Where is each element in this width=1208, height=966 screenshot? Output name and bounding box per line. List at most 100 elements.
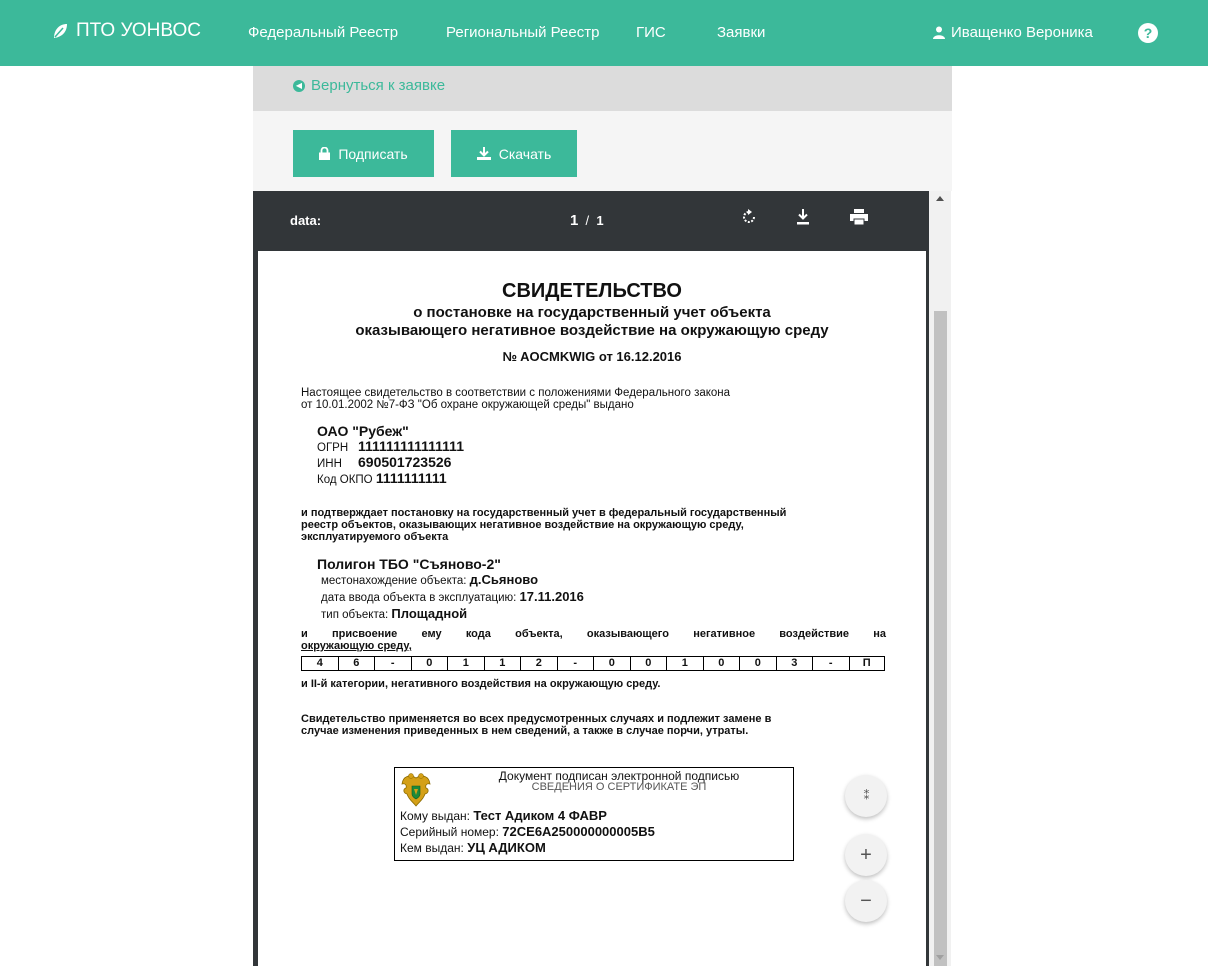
scroll-down-arrow[interactable] (936, 955, 944, 960)
fit-page-icon[interactable]: ⁑ (845, 775, 887, 817)
assign-line-1: и присвоение ему кода объекта, оказывающ… (301, 628, 886, 640)
serial-value: 72CE6A250000000005B5 (502, 824, 655, 839)
org-name: ОАО "Рубеж" (317, 423, 409, 439)
page-indicator: 1 / 1 (570, 212, 604, 229)
doc-number: № AOCMKWIG от 16.12.2016 (502, 349, 682, 364)
pdf-viewer-toolbar: data: 1 / 1 (253, 191, 929, 251)
commission-date-label: дата ввода объекта в эксплуатацию: (321, 592, 517, 604)
code-cell: - (374, 656, 411, 671)
certificate-info-link[interactable]: СВЕДЕНИЯ О СЕРТИФИКАТЕ ЭП (395, 781, 793, 793)
download-icon (476, 147, 491, 160)
user-name: Иващенко Вероника (951, 24, 1093, 41)
nav-gis[interactable]: ГИС (636, 24, 666, 41)
commission-date-value: 17.11.2016 (519, 589, 584, 604)
okpo-label: Код ОКПО (317, 474, 373, 486)
pdf-download-icon[interactable] (796, 209, 810, 230)
help-icon[interactable]: ? (1138, 23, 1158, 43)
code-cell: П (848, 656, 885, 671)
user-icon (933, 26, 945, 39)
navbar: ПТО УОНВОС Федеральный Реестр Региональн… (0, 0, 1208, 66)
object-type-row: тип объекта: Площадной (321, 606, 468, 621)
code-cell: 1 (666, 656, 703, 671)
code-cell: 0 (629, 656, 666, 671)
code-cell: 4 (301, 656, 338, 671)
pdf-page-frame: СВИДЕТЕЛЬСТВО о постановке на государств… (253, 251, 929, 966)
viewer-scrollbar[interactable] (929, 191, 951, 966)
inn-value: 690501723526 (358, 454, 452, 470)
code-cell: 0 (593, 656, 630, 671)
code-cell: 1 (447, 656, 484, 671)
issued-by-value: УЦ АДИКОМ (467, 840, 546, 855)
code-cell: 0 (739, 656, 776, 671)
code-cell: 1 (483, 656, 520, 671)
back-arrow-icon: ◀ (293, 79, 305, 92)
confirm-line-2: реестр объектов, оказывающих негативное … (301, 519, 744, 531)
doc-subtitle-2: оказывающего негативное воздействие на о… (355, 322, 829, 339)
signature-stamp: Документ подписан электронной подписью С… (394, 767, 794, 861)
download-button[interactable]: Скачать (451, 130, 577, 177)
object-type-value: Площадной (391, 606, 468, 621)
nav-regional-registry[interactable]: Региональный Реестр (446, 24, 599, 41)
lock-icon (319, 147, 331, 160)
code-cell: 6 (337, 656, 374, 671)
code-cell: 3 (775, 656, 812, 671)
code-cell: 0 (410, 656, 447, 671)
serial-row: Серийный номер: 72CE6A250000000005B5 (400, 824, 655, 839)
brand-title: ПТО УОНВОС (76, 20, 201, 41)
code-cell: 0 (702, 656, 739, 671)
confirm-line-1: и подтверждает постановку на государстве… (301, 507, 787, 519)
print-icon[interactable] (850, 209, 868, 230)
zoom-out-icon[interactable]: − (845, 880, 887, 922)
issued-by-row: Кем выдан: УЦ АДИКОМ (400, 840, 546, 855)
current-page: 1 (570, 212, 579, 229)
rotate-icon[interactable] (741, 209, 757, 230)
inn-row: ИНН 690501723526 (317, 454, 452, 470)
page-separator: / (585, 213, 590, 228)
total-pages: 1 (596, 213, 604, 228)
sign-button-label: Подписать (338, 145, 408, 162)
nav-requests[interactable]: Заявки (717, 24, 765, 41)
inn-label: ИНН (317, 458, 342, 470)
nav-federal-registry[interactable]: Федеральный Реестр (248, 24, 398, 41)
download-button-label: Скачать (498, 145, 552, 162)
doc-subtitle-1: о постановке на государственный учет объ… (413, 304, 771, 321)
ogrn-row: ОГРН 111111111111111 (317, 438, 464, 454)
location-label: местонахождение объекта: (321, 575, 467, 587)
doc-title: СВИДЕТЕЛЬСТВО (502, 280, 682, 302)
assign-line-2: окружающую среду, (301, 640, 412, 652)
okpo-row: Код ОКПО 1111111111 (317, 470, 447, 486)
code-cell: - (812, 656, 849, 671)
object-code-table: 4 6 - 0 1 1 2 - 0 0 1 0 0 3 - П (301, 656, 885, 671)
okpo-value: 1111111111 (375, 470, 447, 486)
pdf-title: data: (290, 213, 322, 228)
scroll-thumb[interactable] (934, 311, 947, 966)
issued-to-row: Кому выдан: Тест Адиком 4 ФАВР (400, 808, 607, 823)
brand[interactable]: ПТО УОНВОС (52, 20, 201, 42)
issued-to-label: Кому выдан: (400, 809, 471, 823)
issued-by-label: Кем выдан: (400, 841, 464, 855)
back-link[interactable]: ◀ Вернуться к заявке (293, 77, 445, 94)
back-link-label: Вернуться к заявке (311, 77, 446, 94)
object-name: Полигон ТБО "Съяново-2" (317, 556, 501, 572)
ogrn-value: 111111111111111 (358, 438, 464, 454)
confirm-line-3: эксплуатируемого объекта (301, 531, 449, 543)
object-type-label: тип объекта: (321, 609, 389, 621)
issued-to-value: Тест Адиком 4 ФАВР (473, 808, 607, 823)
location-value: д.Сьяново (469, 572, 539, 587)
serial-label: Серийный номер: (400, 825, 499, 839)
code-cell: - (556, 656, 593, 671)
intro-line-2: от 10.01.2002 №7-ФЗ "Об охране окружающе… (301, 399, 634, 411)
code-cell: 2 (520, 656, 557, 671)
commission-date-row: дата ввода объекта в эксплуатацию: 17.11… (321, 589, 584, 604)
zoom-in-icon[interactable]: + (845, 834, 887, 876)
leaf-icon (54, 24, 67, 38)
page-background (0, 66, 253, 966)
note-line-2: случае изменения приведенных в нем сведе… (301, 725, 749, 737)
ogrn-label: ОГРН (317, 442, 349, 454)
intro-line-1: Настоящее свидетельство в соответствии с… (301, 387, 731, 399)
user-menu[interactable]: Иващенко Вероника (933, 24, 1093, 41)
sign-button[interactable]: Подписать (293, 130, 434, 177)
scroll-up-arrow[interactable] (936, 196, 944, 201)
category-line: и II-й категории, негативного воздействи… (301, 678, 661, 690)
location-row: местонахождение объекта: д.Сьяново (321, 572, 539, 587)
